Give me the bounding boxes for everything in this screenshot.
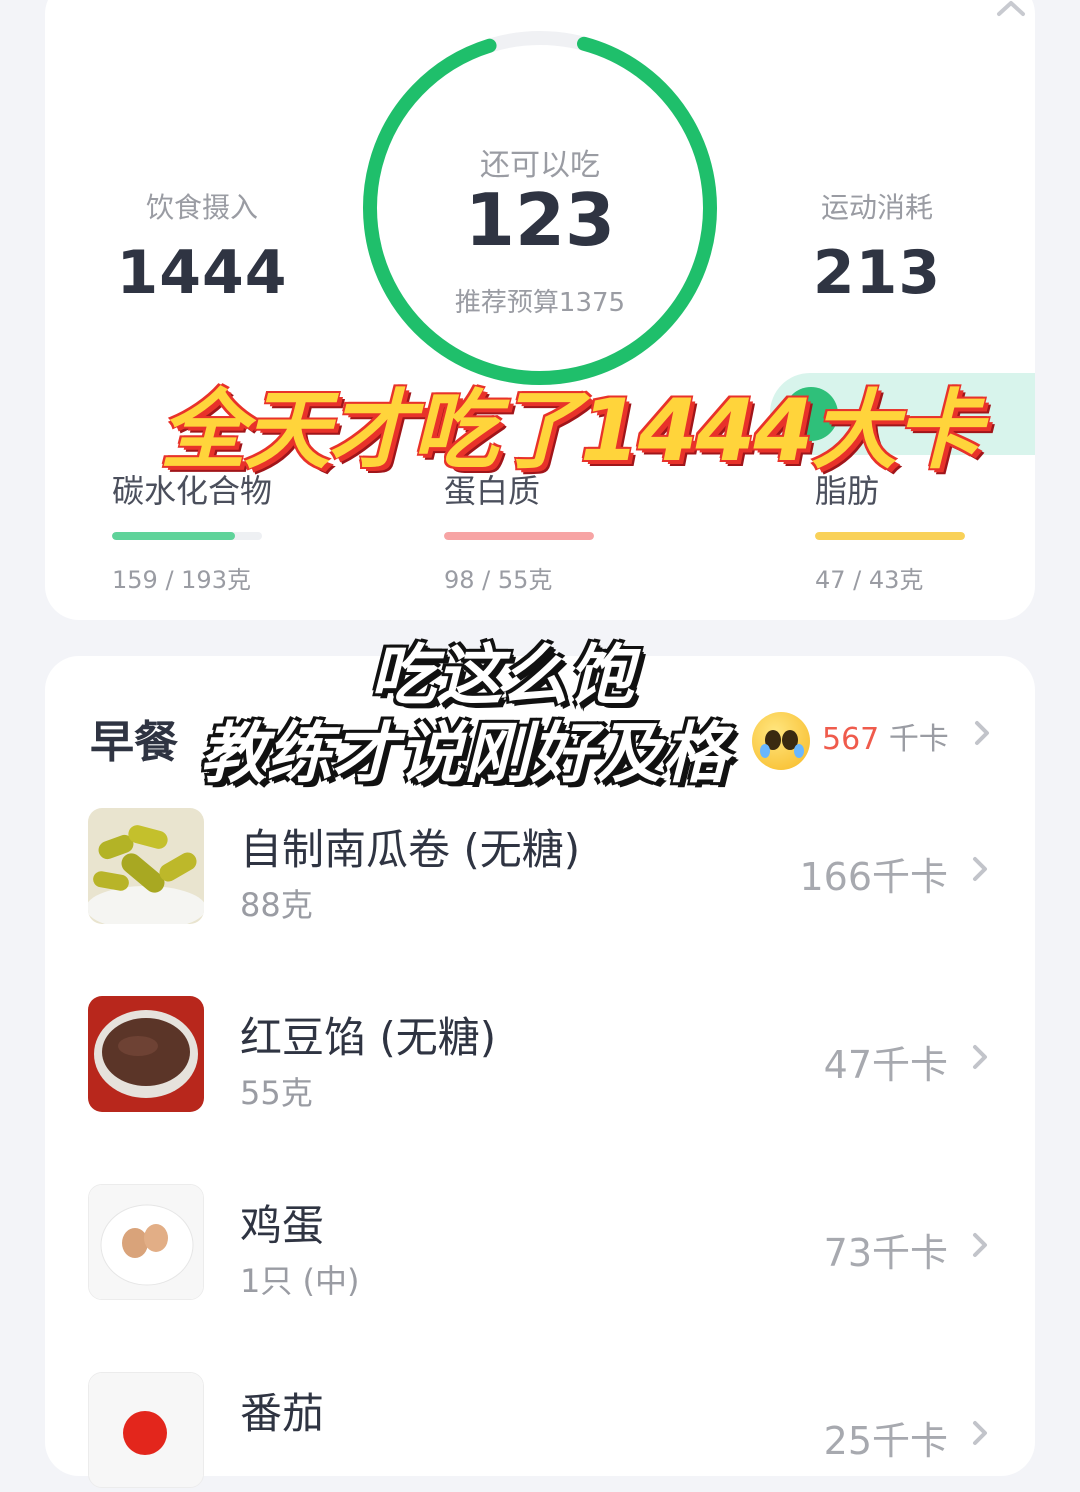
macro-fat-bar-fill [815,532,965,540]
food-item[interactable]: 鸡蛋 1只 (中) 73千卡 [88,1184,998,1304]
macro-carbs-bar-fill [112,532,235,540]
meal-total-value: 567 [822,722,880,757]
collapse-chevron-up-icon[interactable] [995,0,1027,22]
food-kcal: 47千卡 [823,1043,948,1087]
food-amount: 55克 [240,1074,313,1112]
overlay-caption-total: 全天才吃了1444大卡 [160,381,981,481]
macro-protein-bar-fill [444,532,594,540]
macro-carbs: 碳水化合物 159 / 193克 [112,466,312,595]
food-kcal: 166千卡 [799,855,948,899]
meal-chevron-right-icon[interactable] [972,718,992,752]
pumpkin-roll-icon [88,808,204,924]
macro-protein: 蛋白质 98 / 55克 [444,466,644,595]
chevron-right-icon[interactable] [970,854,990,888]
meal-title[interactable]: 早餐 [90,706,178,770]
egg-icon [88,1184,204,1300]
red-bean-paste-icon [88,996,204,1112]
pleading-face-emoji-icon [752,712,810,770]
food-name: 自制南瓜卷 (无糖) [240,825,581,874]
macro-carbs-bar [112,532,262,540]
macro-fat: 脂肪 47 / 43克 [815,466,1015,595]
macro-fat-amount: 47 / 43克 [815,566,924,594]
exercise-burn-value: 213 [812,238,942,308]
food-item[interactable]: 自制南瓜卷 (无糖) 88克 166千卡 [88,808,998,928]
food-name: 鸡蛋 [240,1201,325,1250]
food-name: 番茄 [240,1389,325,1438]
macro-protein-amount: 98 / 55克 [444,566,553,594]
food-amount: 88克 [240,886,313,924]
meal-total-unit: 千卡 [888,722,949,757]
meal-total-kcal[interactable]: 567 千卡 [822,714,949,758]
exercise-burn-label: 运动消耗 [820,191,933,224]
macro-carbs-amount: 159 / 193克 [112,566,251,594]
food-kcal: 25千卡 [823,1419,948,1463]
macro-fat-bar [815,532,965,540]
food-item[interactable]: 番茄 25千卡 [88,1372,998,1492]
chevron-right-icon[interactable] [970,1230,990,1264]
budget-text: 推荐预算1375 [454,288,626,318]
food-kcal: 73千卡 [823,1231,948,1275]
intake-label: 饮食摄入 [145,191,258,224]
remaining-value: 123 [464,178,616,262]
food-name: 红豆馅 (无糖) [240,1013,497,1062]
tomato-icon [88,1372,204,1488]
chevron-right-icon[interactable] [970,1418,990,1452]
macro-protein-bar [444,532,594,540]
food-item[interactable]: 红豆馅 (无糖) 55克 47千卡 [88,996,998,1116]
chevron-right-icon[interactable] [970,1042,990,1076]
food-amount: 1只 (中) [240,1262,360,1300]
overlay-caption-coach: 教练才说刚好及格 [200,715,728,792]
intake-value: 1444 [116,238,288,308]
